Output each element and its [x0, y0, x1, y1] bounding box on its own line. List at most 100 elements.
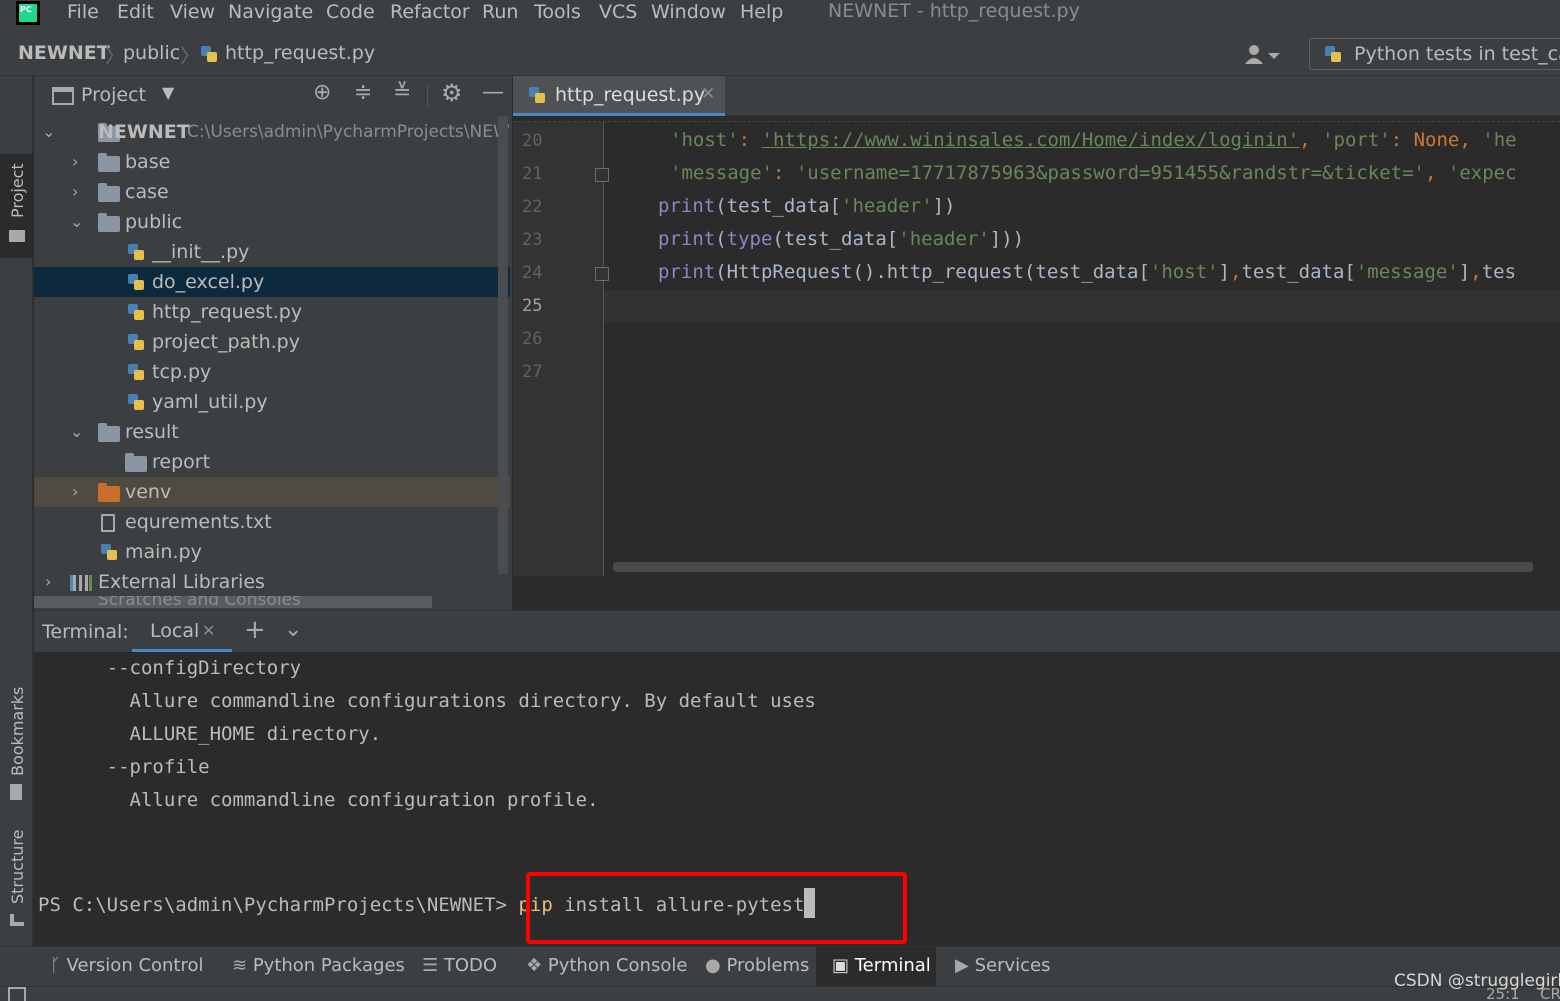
menu-file[interactable]: File [67, 0, 99, 24]
list-icon: ☰ [422, 955, 444, 976]
navigation-bar: NEWNET 〉 public 〉 http_request.py Python… [0, 32, 1560, 76]
tool-services[interactable]: ▶ Services [955, 947, 1065, 986]
tree-item-case[interactable]: › case [34, 177, 510, 207]
tool-label: Python Console [547, 955, 688, 976]
close-tab-icon[interactable]: ✕ [202, 621, 215, 640]
tree-item-yaml-util-py[interactable]: yaml_util.py [34, 387, 510, 417]
collapse-all-icon[interactable]: ≚ [393, 80, 411, 105]
tree-item-do-excel-py[interactable]: do_excel.py [34, 267, 510, 297]
terminal-line: ALLURE_HOME directory. [38, 723, 382, 745]
breadcrumb-project[interactable]: NEWNET [18, 42, 110, 64]
breadcrumb-folder[interactable]: public [123, 42, 180, 64]
tree-horizontal-scrollbar[interactable]: Scratches and Consoles [34, 596, 432, 608]
tool-terminal[interactable]: ▣ Terminal [816, 947, 936, 986]
chevron-down-icon[interactable]: ⌄ [42, 117, 55, 147]
structure-tool-window-button[interactable]: Structure [0, 826, 33, 936]
chevron-down-icon[interactable]: ⌄ [284, 617, 302, 642]
new-terminal-icon[interactable]: + [244, 615, 266, 645]
tree-root-newnet[interactable]: ⌄ NEWNET C:\Users\admin\PycharmProjects\… [34, 117, 510, 147]
menu-navigate[interactable]: Navigate [228, 0, 313, 24]
chevron-down-icon[interactable]: ▼ [162, 83, 174, 102]
tree-item-project-path-py[interactable]: project_path.py [34, 327, 510, 357]
menu-refactor[interactable]: Refactor [390, 0, 470, 24]
user-account-icon[interactable] [1244, 44, 1284, 66]
tool-python-console[interactable]: ❖ Python Console [526, 947, 688, 986]
tree-item-main-py[interactable]: main.py [34, 537, 510, 567]
expand-all-icon[interactable]: ≑ [354, 80, 372, 105]
bottom-tool-bar: ᚴ Version Control ≋ Python Packages ☰ TO… [0, 946, 1560, 986]
project-view-selector[interactable]: Project [81, 84, 146, 106]
python-console-icon: ❖ [526, 955, 548, 976]
folder-icon [98, 153, 120, 172]
tree-item-public[interactable]: ⌄ public [34, 207, 510, 237]
tree-item-init-py[interactable]: __init__.py [34, 237, 510, 267]
toggle-tool-windows-icon[interactable] [8, 987, 26, 1001]
tool-problems[interactable]: ● Problems [705, 947, 815, 986]
tool-todo[interactable]: ☰ TODO [422, 947, 512, 986]
chevron-right-icon[interactable]: › [45, 567, 51, 597]
tree-item-label: equrements.txt [125, 511, 272, 533]
library-icon [70, 575, 92, 591]
bookmark-icon [10, 784, 22, 800]
scrolled-line-remnant [513, 116, 1560, 122]
tool-label: Problems [726, 955, 810, 976]
tree-item-label: main.py [125, 541, 202, 563]
line-number: 21 [522, 164, 543, 184]
warning-icon: ● [705, 955, 727, 976]
structure-icon [10, 914, 24, 926]
run-configuration-selector[interactable]: Python tests in test_case [1309, 38, 1560, 70]
code-line-24: print(HttpRequest().http_request(test_da… [658, 261, 1517, 283]
menu-window[interactable]: Window [651, 0, 726, 24]
excluded-folder-icon [98, 483, 120, 502]
tool-version-control[interactable]: ᚴ Version Control [50, 947, 210, 986]
tree-item-report[interactable]: report [34, 447, 510, 477]
project-tool-window-button[interactable]: Project [0, 154, 33, 258]
menu-run[interactable]: Run [482, 0, 518, 24]
locate-file-icon[interactable]: ⊕ [313, 80, 331, 105]
tree-item-scratches-partial: Scratches and Consoles [98, 596, 301, 608]
tool-label: Python Packages [252, 955, 405, 976]
tree-item-venv[interactable]: › venv [34, 477, 510, 507]
breadcrumb-file[interactable]: http_request.py [225, 42, 375, 64]
left-tool-window-strip: Project Bookmarks Structure [0, 76, 33, 946]
menu-code[interactable]: Code [326, 0, 375, 24]
chevron-down-icon[interactable]: ⌄ [70, 207, 83, 237]
close-tab-icon[interactable]: ✕ [701, 84, 715, 104]
terminal-title: Terminal: [42, 621, 129, 643]
menu-edit[interactable]: Edit [117, 0, 154, 24]
tree-item-tcp-py[interactable]: tcp.py [34, 357, 510, 387]
editor-horizontal-scrollbar[interactable] [613, 562, 1533, 572]
menu-vcs[interactable]: VCS [599, 0, 637, 24]
terminal-tab-local[interactable]: Local ✕ [132, 611, 232, 653]
tree-item-http-request-py[interactable]: http_request.py [34, 297, 510, 327]
editor-tab-http-request[interactable]: http_request.py ✕ [513, 76, 725, 116]
chevron-right-icon[interactable]: › [72, 477, 78, 507]
folder-icon [98, 213, 120, 232]
line-number: 22 [522, 197, 543, 217]
chevron-down-icon[interactable]: ⌄ [70, 417, 83, 447]
code-editor[interactable]: 20 21 22 23 24 25 26 27 'host': 'https:/… [513, 116, 1560, 576]
project-view-icon [52, 87, 74, 105]
fold-marker-icon[interactable] [595, 168, 609, 182]
chevron-right-icon[interactable]: › [72, 177, 78, 207]
menu-bar: PC File Edit View Navigate Code Refactor… [0, 0, 1560, 32]
current-line-highlight [604, 290, 1560, 322]
tree-item-base[interactable]: › base [34, 147, 510, 177]
gear-icon[interactable]: ⚙ [441, 79, 463, 107]
chevron-right-icon[interactable]: › [72, 147, 78, 177]
tree-item-label: __init__.py [152, 241, 250, 263]
bookmarks-tool-window-button[interactable]: Bookmarks [0, 687, 33, 808]
tool-python-packages[interactable]: ≋ Python Packages [232, 947, 405, 986]
python-file-icon [128, 364, 144, 380]
hide-panel-icon[interactable]: — [482, 80, 504, 105]
menu-view[interactable]: View [170, 0, 215, 24]
menu-tools[interactable]: Tools [534, 0, 581, 24]
project-panel-header: Project ▼ ⊕ ≑ ≚ ⚙ — [34, 76, 512, 116]
fold-marker-icon[interactable] [595, 267, 609, 281]
tree-item-external-libraries[interactable]: › External Libraries [34, 567, 510, 597]
pycharm-logo-icon: PC [16, 1, 40, 25]
tree-item-equrements-txt[interactable]: equrements.txt [34, 507, 510, 537]
menu-help[interactable]: Help [740, 0, 783, 24]
tree-item-result[interactable]: ⌄ result [34, 417, 510, 447]
tree-vertical-scrollbar[interactable] [498, 116, 508, 574]
